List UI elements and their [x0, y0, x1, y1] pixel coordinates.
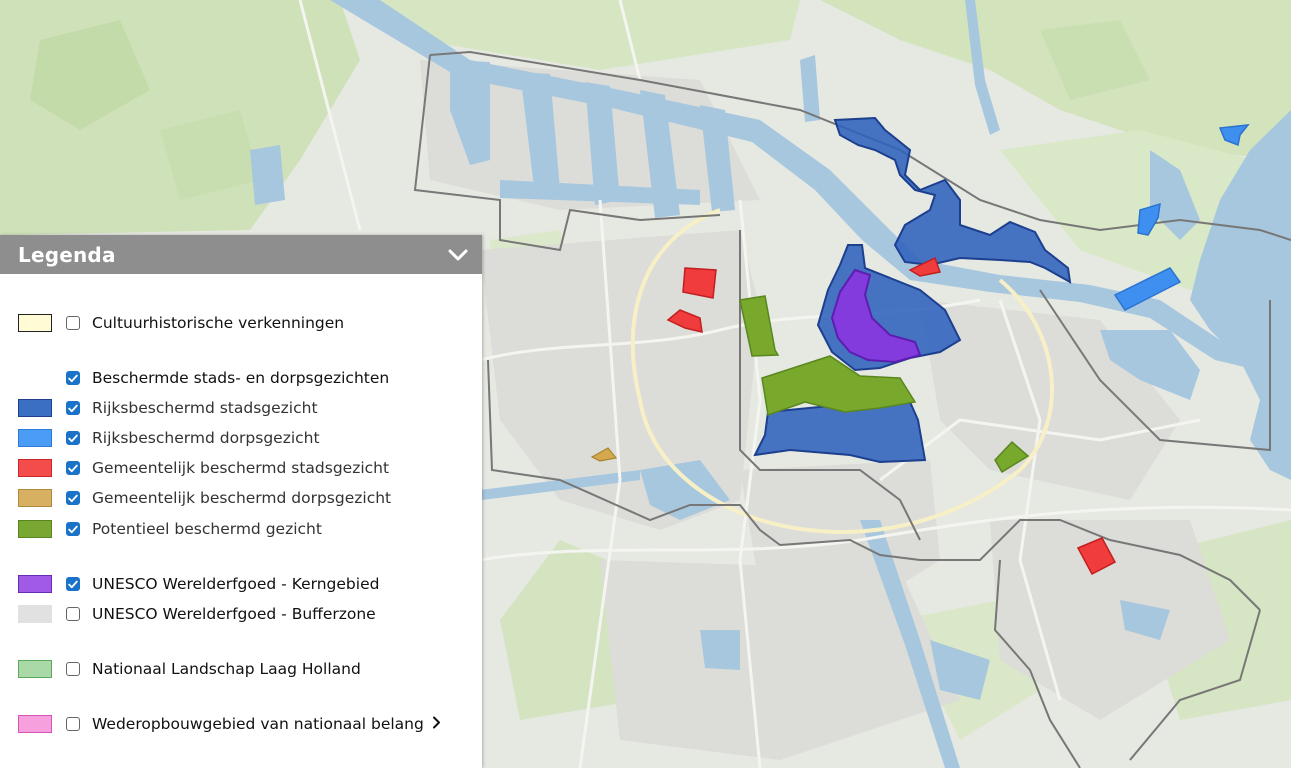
legend-item-wederopbouwgebied[interactable]: Wederopbouwgebied van nationaal belang	[0, 711, 482, 737]
legend-item-label: Cultuurhistorische verkenningen	[92, 314, 345, 332]
legend-swatch	[18, 459, 52, 477]
check-icon	[68, 374, 78, 382]
legend-item-label: UNESCO Werelderfgoed - Kerngebied	[92, 575, 380, 593]
legend-item-cultuurhistorische-verkenningen[interactable]: Cultuurhistorische verkenningen	[0, 310, 482, 336]
checkbox[interactable]	[66, 522, 80, 536]
legend-item-rijksbeschermd-dorpsgezicht[interactable]: Rijksbeschermd dorpsgezicht	[0, 425, 482, 451]
legend-item-unesco-kerngebied[interactable]: UNESCO Werelderfgoed - Kerngebied	[0, 571, 482, 597]
legend-item-label: Nationaal Landschap Laag Holland	[92, 660, 361, 678]
legend-item-label: Rijksbeschermd stadsgezicht	[92, 399, 318, 417]
legend-item-rijksbeschermd-stadsgezicht[interactable]: Rijksbeschermd stadsgezicht	[0, 395, 482, 421]
legend-item-label: Wederopbouwgebied van nationaal belang	[92, 715, 424, 733]
checkbox[interactable]	[66, 717, 80, 731]
legend-item-unesco-bufferzone[interactable]: UNESCO Werelderfgoed - Bufferzone	[0, 601, 482, 627]
checkbox[interactable]	[66, 577, 80, 591]
legend-swatch	[18, 660, 52, 678]
legend-item-label-with-submenu: Wederopbouwgebied van nationaal belang	[92, 715, 441, 733]
check-icon	[68, 580, 78, 588]
legend-header[interactable]: Legenda	[0, 235, 482, 274]
checkbox[interactable]	[66, 607, 80, 621]
chevron-right-icon[interactable]	[432, 715, 441, 733]
legend-item-label: UNESCO Werelderfgoed - Bufferzone	[92, 605, 376, 623]
legend-item-gemeentelijk-stadsgezicht[interactable]: Gemeentelijk beschermd stadsgezicht	[0, 455, 482, 481]
legend-item-potentieel-beschermd[interactable]: Potentieel beschermd gezicht	[0, 516, 482, 542]
legend-item-nationaal-landschap[interactable]: Nationaal Landschap Laag Holland	[0, 656, 482, 682]
check-icon	[68, 404, 78, 412]
legend-title: Legenda	[18, 242, 116, 267]
legend-swatch	[18, 399, 52, 417]
legend-swatch	[18, 715, 52, 733]
legend-item-label: Gemeentelijk beschermd dorpsgezicht	[92, 489, 392, 507]
legend-item-label: Gemeentelijk beschermd stadsgezicht	[92, 459, 390, 477]
legend-swatch	[18, 314, 52, 332]
checkbox[interactable]	[66, 431, 80, 445]
legend-item-label: Potentieel beschermd gezicht	[92, 520, 322, 538]
legend-item-label: Beschermde stads- en dorpsgezichten	[92, 369, 390, 387]
legend-swatch	[18, 429, 52, 447]
check-icon	[68, 464, 78, 472]
chevron-down-icon[interactable]	[444, 241, 472, 269]
checkbox[interactable]	[66, 401, 80, 415]
check-icon	[68, 434, 78, 442]
legend-panel: Legenda Cultuurhistorische verkenningen …	[0, 235, 482, 768]
check-icon	[68, 525, 78, 533]
legend-swatch	[18, 489, 52, 507]
legend-item-gemeentelijk-dorpsgezicht[interactable]: Gemeentelijk beschermd dorpsgezicht	[0, 485, 482, 511]
legend-swatch	[18, 575, 52, 593]
legend-swatch	[18, 520, 52, 538]
checkbox[interactable]	[66, 662, 80, 676]
legend-swatch	[18, 605, 52, 623]
legend-item-beschermde-gezichten[interactable]: Beschermde stads- en dorpsgezichten	[0, 365, 482, 391]
legend-item-label: Rijksbeschermd dorpsgezicht	[92, 429, 320, 447]
checkbox[interactable]	[66, 491, 80, 505]
checkbox[interactable]	[66, 371, 80, 385]
checkbox[interactable]	[66, 316, 80, 330]
check-icon	[68, 494, 78, 502]
checkbox[interactable]	[66, 461, 80, 475]
